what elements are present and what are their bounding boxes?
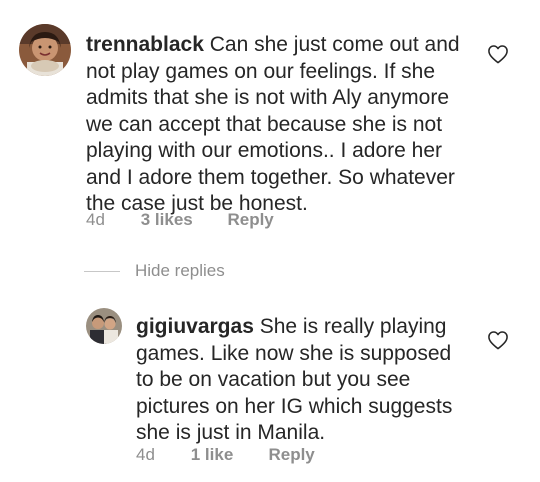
hide-replies-button[interactable]: Hide replies (84, 260, 225, 282)
comment-body: gigiuvargas She is really playing games.… (136, 314, 456, 447)
comment-text: Can she just come out and not play games… (86, 33, 460, 215)
comment-meta: 4d 3 likes Reply (86, 210, 274, 230)
comment-username[interactable]: gigiuvargas (136, 315, 254, 338)
comment-age: 4d (86, 210, 105, 229)
comment-likes[interactable]: 1 like (191, 445, 264, 465)
heart-outline-icon[interactable] (487, 330, 509, 350)
avatar[interactable] (19, 24, 71, 76)
comment-username[interactable]: trennablack (86, 33, 204, 56)
hide-replies-label: Hide replies (135, 261, 225, 280)
heart-outline-icon[interactable] (487, 44, 509, 64)
comment-likes[interactable]: 3 likes (141, 210, 223, 230)
comment-body: trennablack Can she just come out and no… (86, 32, 476, 218)
comment-meta: 4d 1 like Reply (136, 445, 315, 465)
comment-age: 4d (136, 445, 155, 464)
avatar[interactable] (86, 308, 122, 344)
divider-line (84, 270, 120, 272)
reply-button[interactable]: Reply (268, 445, 314, 465)
reply-button[interactable]: Reply (227, 210, 273, 230)
